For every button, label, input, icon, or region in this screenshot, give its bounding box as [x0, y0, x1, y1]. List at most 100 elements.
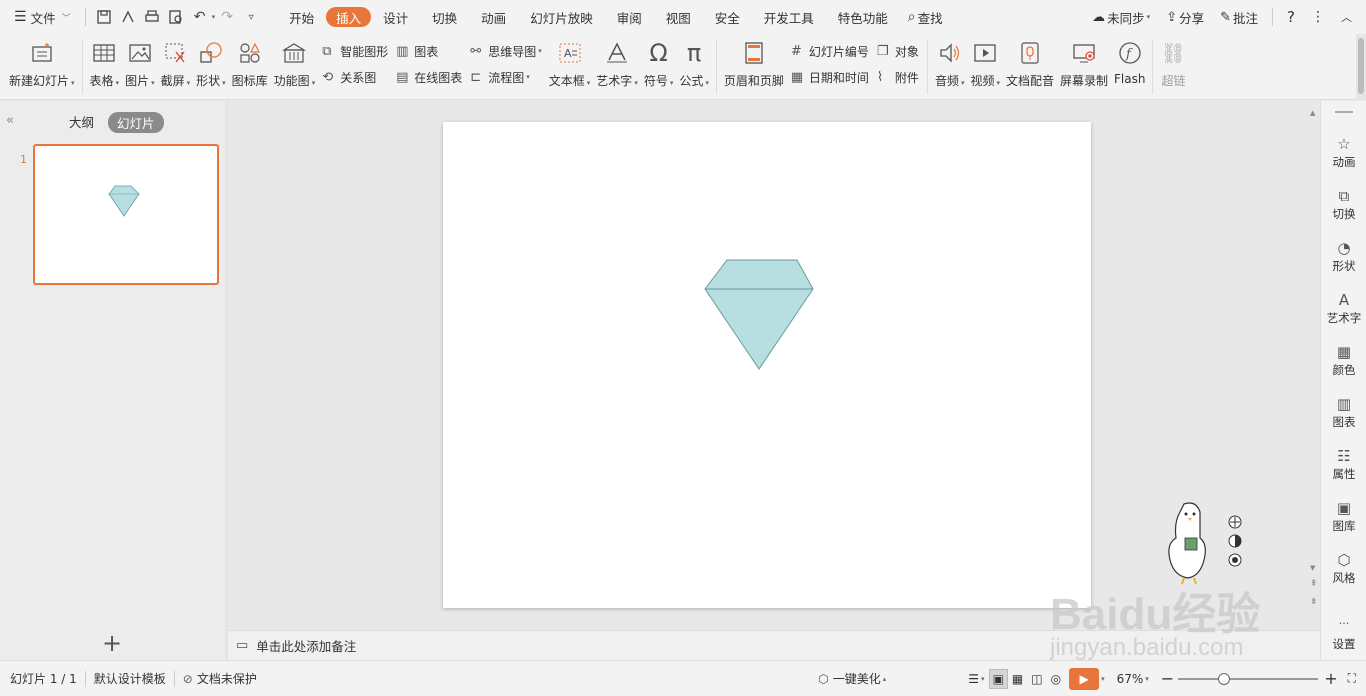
online-chart-button[interactable]: ▤ 在线图表 — [396, 64, 462, 90]
tab-developer[interactable]: 开发工具 — [752, 5, 826, 29]
tab-transition[interactable]: 切换 — [420, 5, 469, 29]
customize-icon[interactable]: ▿ — [241, 7, 261, 27]
save-icon[interactable] — [94, 7, 114, 27]
view-reading[interactable]: ◫ — [1027, 672, 1046, 686]
pane-chart[interactable]: ▥ 图表 — [1321, 395, 1366, 430]
header-footer-button[interactable]: 页眉和页脚 — [724, 34, 784, 96]
beautify-button[interactable]: ⬡ 一键美化 ▴ — [810, 670, 894, 687]
view-presenter[interactable]: ◎ — [1047, 672, 1065, 686]
diamond-shape[interactable] — [704, 259, 814, 370]
protection-status[interactable]: ⊘ 文档未保护 — [175, 670, 265, 687]
attachment-button[interactable]: ⌇ 附件 — [877, 64, 919, 90]
pane-gallery[interactable]: ▣ 图库 — [1321, 499, 1366, 534]
tab-outline[interactable]: 大纲 — [69, 112, 94, 131]
pane-settings[interactable]: ··· 设置 — [1321, 617, 1366, 652]
video-button[interactable]: 视频 ▾ — [970, 34, 1000, 96]
zoom-thumb[interactable] — [1218, 672, 1231, 685]
pane-style[interactable]: ⬡ 风格 — [1321, 551, 1366, 586]
pane-properties[interactable]: ☷ 属性 — [1321, 447, 1366, 482]
mind-map-button[interactable]: ⚯ 思维导图 ▾ — [470, 38, 542, 64]
audio-button[interactable]: 音频 ▾ — [935, 34, 964, 96]
fit-window-button[interactable]: ⛶ — [1344, 671, 1366, 686]
zoom-in-button[interactable]: + — [1318, 669, 1343, 688]
smart-art-button[interactable]: ⧉ 智能图形 — [322, 38, 388, 64]
grid-view-icon: ▦ — [1011, 671, 1024, 686]
object-button[interactable]: ❐ 对象 — [877, 38, 919, 64]
collapse-ribbon-button[interactable]: ︿ — [1333, 5, 1366, 29]
sync-button[interactable]: ☁ 未同步 ▾ — [1084, 5, 1158, 29]
pane-shape[interactable]: ◔ 形状 — [1321, 239, 1366, 274]
tab-home[interactable]: 开始 — [277, 5, 326, 29]
hyperlink-button[interactable]: ⛓ 超链 — [1160, 34, 1186, 96]
text-box-button[interactable]: A 文本框 ▾ — [549, 34, 590, 96]
formula-button[interactable]: π 公式 ▾ — [679, 34, 709, 96]
tab-insert[interactable]: 插入 — [326, 7, 372, 27]
tab-slides[interactable]: 幻灯片 — [108, 112, 164, 133]
view-normal[interactable]: ▣ — [988, 668, 1008, 689]
scroll-up-icon[interactable]: ▲ — [1310, 109, 1315, 117]
tab-security[interactable]: 安全 — [703, 5, 752, 29]
screen-record-button[interactable]: 屏幕录制 — [1060, 34, 1108, 96]
next-slide-icon[interactable]: ⇟ — [1310, 597, 1318, 607]
pane-word-art[interactable]: A 艺术字 — [1321, 291, 1366, 326]
table-button[interactable]: 表格 ▾ — [90, 34, 119, 96]
export-icon[interactable] — [118, 7, 138, 27]
flash-button[interactable]: f Flash — [1114, 34, 1145, 96]
print-preview-icon[interactable] — [166, 7, 186, 27]
chart-button[interactable]: ▥ 图表 — [396, 38, 462, 64]
slide-canvas[interactable] — [443, 122, 1091, 608]
ribbon-scroll-thumb[interactable] — [1358, 38, 1364, 94]
zoom-out-button[interactable]: − — [1157, 669, 1178, 688]
shape-button[interactable]: 形状 ▾ — [196, 34, 226, 96]
undo-icon[interactable]: ↶ — [190, 7, 210, 27]
share-button[interactable]: ⇪ 分享 — [1158, 5, 1212, 29]
paperclip-icon: ⌇ — [876, 69, 884, 85]
notes-bar[interactable]: ▭ 单击此处添加备注 — [228, 630, 1320, 660]
word-art-button[interactable]: 艺术字 ▾ — [596, 34, 638, 96]
undo-caret-icon[interactable]: ▾ — [212, 13, 216, 21]
add-slide-icon[interactable]: + — [102, 629, 122, 657]
pane-animation[interactable]: ☆ 动画 — [1321, 135, 1366, 170]
zoom-level[interactable]: 67% ▾ — [1109, 672, 1157, 686]
help-button[interactable]: ? — [1279, 5, 1303, 29]
screenshot-button[interactable]: 截屏 ▾ — [161, 34, 190, 96]
tab-slideshow[interactable]: 幻灯片放映 — [518, 5, 605, 29]
zoom-slider[interactable] — [1178, 672, 1319, 686]
slide-number-button[interactable]: # 幻灯片编号 — [791, 38, 869, 64]
flowchart-button[interactable]: ⊏ 流程图 ▾ — [470, 64, 542, 90]
symbol-button[interactable]: Ω 符号 ▾ — [644, 34, 674, 96]
icon-library-button[interactable]: 图标库 — [232, 34, 268, 96]
new-slide-button[interactable]: 新建幻灯片 ▾ — [9, 34, 75, 96]
picture-button[interactable]: 图片 ▾ — [125, 34, 155, 96]
slide-content — [704, 259, 814, 370]
date-time-button[interactable]: ▦ 日期和时间 — [791, 64, 869, 90]
tab-animation[interactable]: 动画 — [469, 5, 518, 29]
vertical-scrollbar[interactable]: ▲ ▼ ⇞ ⇟ — [1308, 101, 1320, 630]
template-name[interactable]: 默认设计模板 — [86, 670, 174, 687]
mind-map-label: 思维导图 — [488, 44, 537, 59]
more-button[interactable]: ⋮ — [1303, 5, 1333, 29]
pane-transition[interactable]: ⧉ 切换 — [1321, 187, 1366, 222]
relation-button[interactable]: ⟲ 关系图 — [322, 64, 388, 90]
pane-color[interactable]: ▦ 颜色 — [1321, 343, 1366, 378]
comment-button[interactable]: ✎ 批注 — [1212, 5, 1266, 29]
view-sorter[interactable]: ▦ — [1008, 672, 1027, 686]
scroll-down-icon[interactable]: ▼ — [1310, 564, 1315, 572]
file-menu[interactable]: ☰ 文件 ﹀ — [0, 5, 79, 29]
redo-icon[interactable]: ↷ — [217, 7, 237, 27]
prev-slide-icon[interactable]: ⇞ — [1310, 579, 1318, 589]
view-notes-toggle[interactable]: ☰ ▾ — [964, 672, 988, 686]
tab-features[interactable]: 特色功能 — [826, 5, 900, 29]
print-icon[interactable] — [142, 7, 162, 27]
icon-library-label: 图标库 — [231, 74, 268, 88]
tab-review[interactable]: 审阅 — [605, 5, 654, 29]
tab-design[interactable]: 设计 — [371, 5, 420, 29]
function-chart-button[interactable]: 功能图 ▾ — [274, 34, 315, 96]
tab-view[interactable]: 视图 — [654, 5, 703, 29]
play-button[interactable]: ▶ ▾ — [1069, 667, 1105, 690]
collapse-panel-icon[interactable]: « — [6, 113, 14, 128]
ribbon-scrollbar[interactable] — [1356, 34, 1366, 100]
search-button[interactable]: ⌕ 查找 — [900, 5, 951, 29]
slide-thumbnail[interactable] — [33, 144, 219, 285]
doc-voice-button[interactable]: 文档配音 — [1006, 34, 1054, 96]
